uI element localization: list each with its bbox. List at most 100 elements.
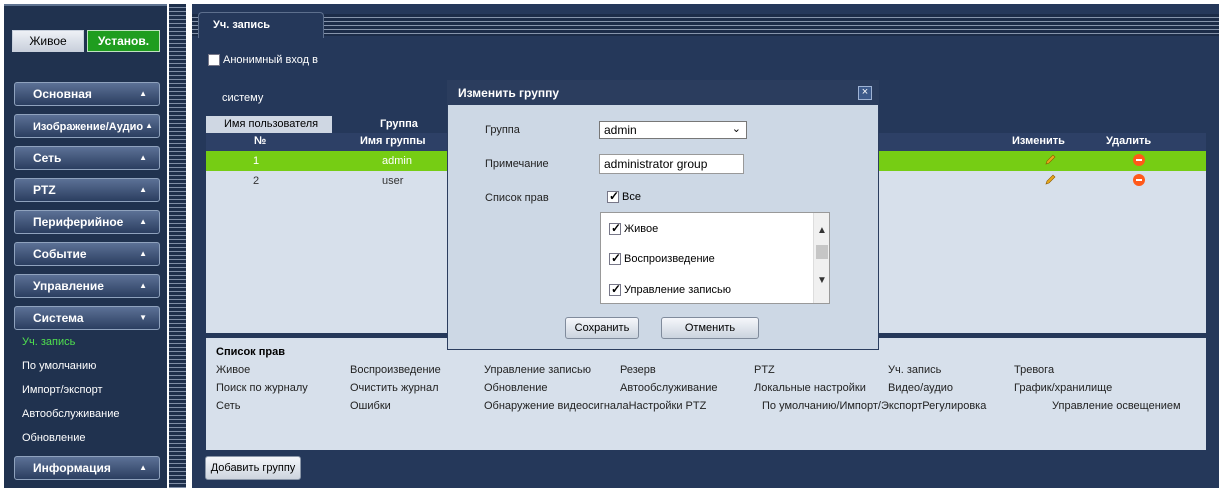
col-edit: Изменить: [1012, 135, 1065, 147]
right-item: По умолчанию/Импорт/ЭкспортРегулировка: [762, 400, 987, 412]
right-item: Резерв: [620, 364, 656, 376]
row-no: 2: [253, 175, 260, 187]
col-delete: Удалить: [1106, 135, 1152, 147]
sidebar-divider: [169, 4, 186, 488]
checkbox-icon[interactable]: [609, 282, 621, 296]
submenu-import-export[interactable]: Импорт/экспорт: [22, 384, 103, 396]
pencil-icon[interactable]: [1044, 174, 1056, 186]
permission-label: Живое: [624, 223, 659, 235]
right-item: Поиск по журналу: [216, 382, 308, 394]
permission-item[interactable]: Управление записью: [609, 282, 731, 296]
tab-accounts[interactable]: Уч. запись: [198, 12, 324, 38]
menu-label: Событие: [33, 247, 87, 261]
anonymous-login-checkbox[interactable]: Анонимный вход в: [208, 54, 318, 66]
chevron-up-icon: ▲: [139, 217, 147, 226]
menu-network[interactable]: Сеть ▲: [14, 146, 160, 170]
submenu-default[interactable]: По умолчанию: [22, 360, 96, 372]
submenu-upgrade[interactable]: Обновление: [22, 432, 86, 444]
all-rights-checkbox[interactable]: Все: [607, 189, 641, 203]
menu-label: Сеть: [33, 151, 62, 165]
right-item: Автообслуживание: [620, 382, 718, 394]
right-item: Очистить журнал: [350, 382, 439, 394]
col-group-name: Имя группы: [360, 135, 426, 147]
chevron-up-icon: ▲: [139, 153, 147, 162]
rights-panel: Список прав Живое Воспроизведение Управл…: [206, 338, 1206, 450]
setup-button[interactable]: Установ.: [87, 30, 160, 52]
checkbox-icon[interactable]: [208, 54, 220, 66]
menu-peripheral[interactable]: Периферийное ▲: [14, 210, 160, 234]
chevron-up-icon: ▲: [139, 89, 147, 98]
row-group-name: user: [382, 175, 404, 187]
menu-label: PTZ: [33, 183, 56, 197]
checkbox-icon[interactable]: [609, 221, 621, 235]
note-label: Примечание: [485, 158, 549, 170]
header-bar: [192, 14, 1219, 36]
add-group-button[interactable]: Добавить группу: [205, 456, 301, 480]
menu-label: Система: [33, 311, 84, 325]
all-rights-label: Все: [622, 191, 641, 203]
live-button[interactable]: Живое: [12, 30, 84, 52]
close-icon[interactable]: ×: [858, 86, 872, 100]
anonymous-login-label-cont: систему: [222, 92, 264, 104]
menu-image-audio[interactable]: Изображение/Аудио ▲: [14, 114, 160, 138]
pencil-icon[interactable]: [1044, 154, 1056, 166]
scroll-down-icon[interactable]: ▼: [817, 275, 827, 286]
right-item: Воспроизведение: [350, 364, 441, 376]
tab-user-name[interactable]: Имя пользователя: [206, 116, 332, 133]
anonymous-login-label: Анонимный вход в: [223, 54, 318, 66]
edit-group-dialog: Изменить группу × Группа admin ⌄ Примеча…: [447, 80, 879, 350]
menu-info[interactable]: Информация ▲: [14, 456, 160, 480]
menu-system[interactable]: Система ▼: [14, 306, 160, 330]
menu-label: Периферийное: [33, 215, 124, 229]
cancel-button[interactable]: Отменить: [661, 317, 759, 339]
delete-icon[interactable]: [1133, 174, 1145, 186]
right-item: PTZ: [754, 364, 775, 376]
chevron-up-icon: ▲: [139, 281, 147, 290]
menu-ptz[interactable]: PTZ ▲: [14, 178, 160, 202]
permission-label: Управление записью: [624, 284, 731, 296]
chevron-up-icon: ▲: [139, 463, 147, 472]
note-input[interactable]: administrator group: [599, 154, 744, 174]
row-no: 1: [253, 155, 260, 167]
right-item: Сеть: [216, 400, 241, 412]
right-item: Тревога: [1014, 364, 1055, 376]
menu-basic[interactable]: Основная ▲: [14, 82, 160, 106]
menu-management[interactable]: Управление ▲: [14, 274, 160, 298]
submenu-accounts[interactable]: Уч. запись: [22, 336, 75, 348]
group-select[interactable]: admin ⌄: [599, 121, 747, 139]
tab-group[interactable]: Группа: [336, 116, 456, 133]
menu-event[interactable]: Событие ▲: [14, 242, 160, 266]
submenu-auto-maintain[interactable]: Автообслуживание: [22, 408, 120, 420]
sidebar: Живое Установ. Основная ▲ Изображение/Ау…: [0, 0, 188, 488]
rights-title: Список прав: [216, 346, 285, 358]
right-item: Ошибки: [350, 400, 391, 412]
right-item: Локальные настройки: [754, 382, 866, 394]
right-item: Обнаружение видеосигналаНастройки PTZ: [484, 400, 707, 412]
permissions-list[interactable]: Живое Воспроизведение Управление записью…: [600, 212, 830, 304]
right-item: График/хранилище: [1014, 382, 1113, 394]
checkbox-icon[interactable]: [607, 189, 619, 203]
rights-label: Список прав: [485, 192, 549, 204]
save-button[interactable]: Сохранить: [565, 317, 639, 339]
right-item: Уч. запись: [888, 364, 942, 376]
right-item: Обновление: [484, 382, 548, 394]
permissions-scrollbar[interactable]: ▲ ▼: [813, 213, 829, 303]
delete-icon[interactable]: [1133, 154, 1145, 166]
chevron-up-icon: ▲: [139, 249, 147, 258]
chevron-up-icon: ▲: [139, 185, 147, 194]
chevron-down-icon: ▼: [139, 313, 147, 322]
dialog-title: Изменить группу: [448, 81, 878, 105]
group-label: Группа: [485, 124, 520, 136]
scroll-up-icon[interactable]: ▲: [817, 225, 827, 236]
chevron-up-icon: ▲: [145, 121, 153, 130]
permission-item[interactable]: Живое: [609, 221, 659, 235]
permission-label: Воспроизведение: [624, 253, 715, 265]
right-item: Управление записью: [484, 364, 591, 376]
menu-label: Управление: [33, 279, 104, 293]
checkbox-icon[interactable]: [609, 251, 621, 265]
group-select-value: admin: [604, 123, 637, 137]
scroll-thumb[interactable]: [816, 245, 828, 259]
permission-item[interactable]: Воспроизведение: [609, 251, 715, 265]
right-item: Управление освещением: [1052, 400, 1181, 412]
right-item: Живое: [216, 364, 251, 376]
